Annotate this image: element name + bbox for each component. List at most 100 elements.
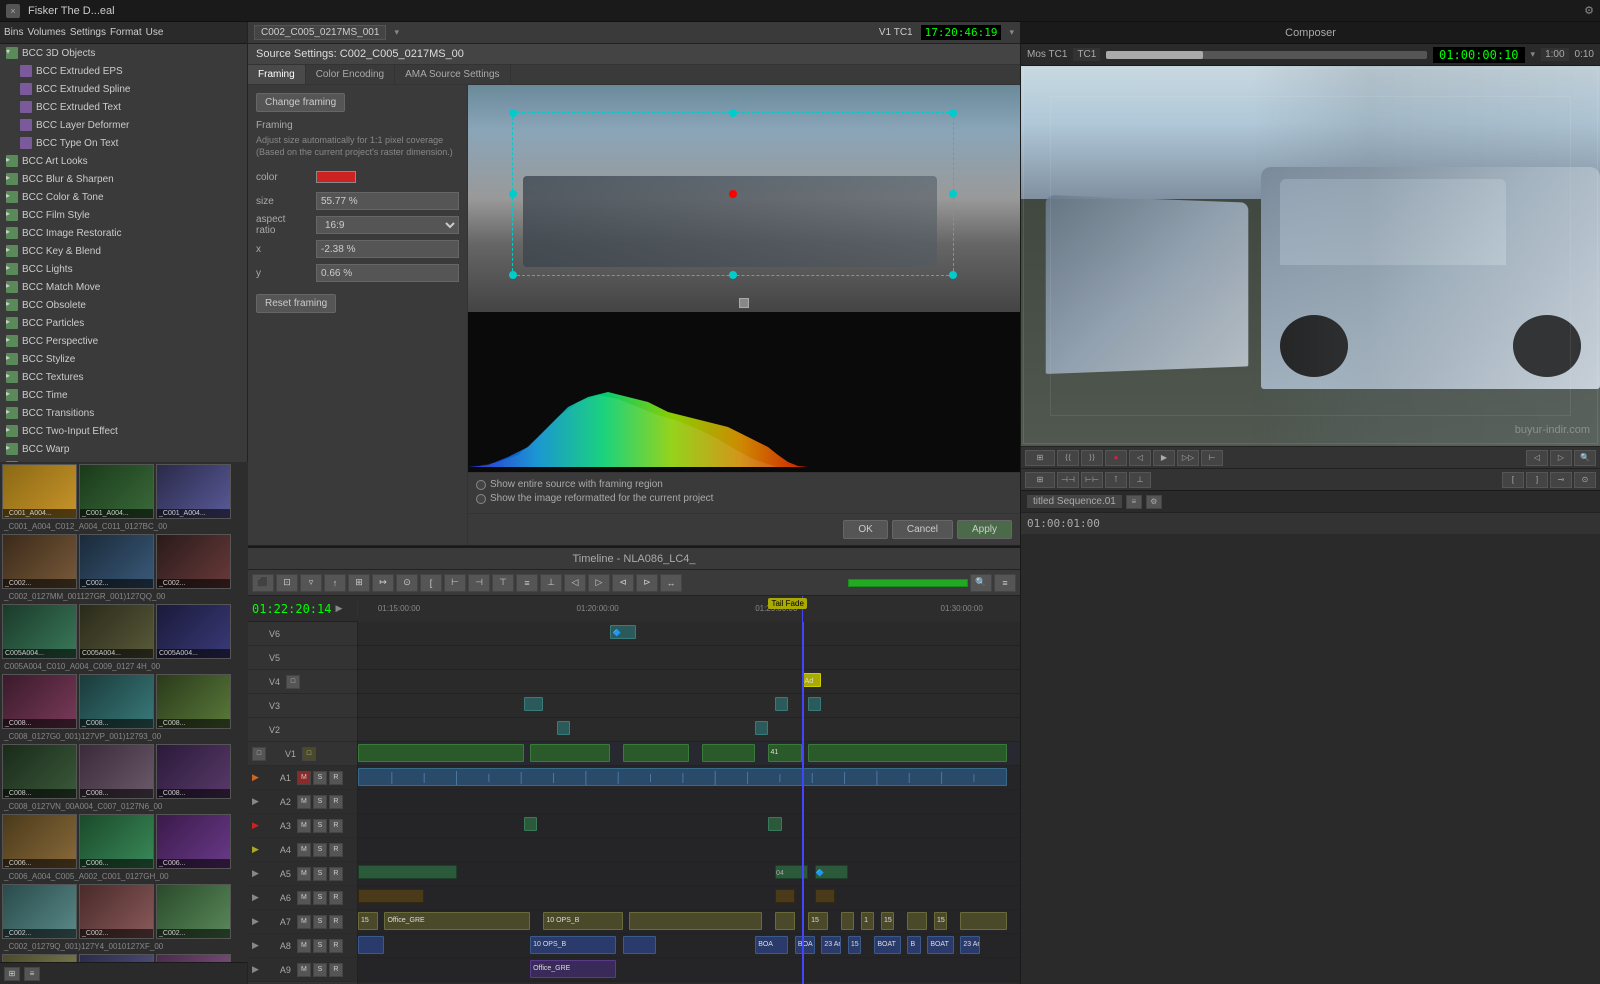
a7-solo[interactable]: S — [313, 915, 327, 929]
comp-row2-btn-5[interactable]: ⊥ — [1129, 472, 1151, 488]
effect-time[interactable]: ▸ BCC Time — [0, 386, 247, 404]
clip-a7-11[interactable]: 15 — [934, 912, 947, 930]
ok-button[interactable]: OK — [843, 520, 887, 539]
v1-sync[interactable]: □ — [252, 747, 266, 761]
thumbnail[interactable]: _C006... — [156, 814, 231, 869]
effect-bcc-eps[interactable]: BCC Extruded EPS — [0, 62, 247, 80]
clip-a7-6[interactable]: 15 — [808, 912, 828, 930]
comp-btn-1[interactable]: ⊞ — [1025, 450, 1055, 466]
a7-rec[interactable]: R — [329, 915, 343, 929]
clip-a5-1[interactable] — [358, 865, 457, 879]
nav-volumes[interactable]: Volumes — [27, 27, 65, 38]
clip-a8-1[interactable] — [358, 936, 384, 954]
x-input[interactable] — [316, 240, 459, 258]
clip-a8-4[interactable]: BOA — [755, 936, 788, 954]
clip-a8-2[interactable]: 10 OPS_B — [530, 936, 616, 954]
clip-a8-7[interactable]: 15 — [848, 936, 861, 954]
comp-btn-10[interactable]: ▷ — [1550, 450, 1572, 466]
comp-btn-7[interactable]: ▷▷ — [1177, 450, 1199, 466]
nav-settings[interactable]: Settings — [70, 27, 106, 38]
a4-mute[interactable]: M — [297, 843, 311, 857]
apply-button[interactable]: Apply — [957, 520, 1012, 539]
panel-icon-1[interactable]: ⊞ — [4, 967, 20, 981]
tab-framing[interactable]: Framing — [248, 65, 306, 84]
a4-rec[interactable]: R — [329, 843, 343, 857]
clip-a7-8[interactable]: 1 — [861, 912, 874, 930]
a8-rec[interactable]: R — [329, 939, 343, 953]
thumbnail[interactable]: C005... — [2, 954, 77, 962]
a1-rec[interactable]: R — [329, 771, 343, 785]
a3-solo[interactable]: S — [313, 819, 327, 833]
a5-solo[interactable]: S — [313, 867, 327, 881]
radio-1[interactable] — [476, 480, 486, 490]
clip-a6-3[interactable] — [815, 889, 835, 903]
tl-zoom-out[interactable]: 🔍 — [970, 574, 992, 592]
effect-perspective[interactable]: ▸ BCC Perspective — [0, 332, 247, 350]
v4-lock[interactable]: □ — [286, 675, 300, 689]
tl-btn-7[interactable]: ⊙ — [396, 574, 418, 592]
settings-icon[interactable]: ⚙ — [1584, 4, 1594, 17]
clip-v3-2[interactable] — [775, 697, 788, 711]
clip-a8-6[interactable]: 23 Ar — [821, 936, 841, 954]
effect-particles[interactable]: ▸ BCC Particles — [0, 314, 247, 332]
tl-btn-14[interactable]: ◁ — [564, 574, 586, 592]
clip-a3-2[interactable] — [768, 817, 781, 831]
clip-v1-5[interactable]: 41 — [768, 744, 801, 762]
thumbnail[interactable]: _C008... — [79, 674, 154, 729]
thumbnail[interactable]: C005... — [156, 954, 231, 962]
tl-btn-8[interactable]: [ — [420, 574, 442, 592]
panel-icon-2[interactable]: ≡ — [24, 967, 40, 981]
effect-two-input[interactable]: ▸ BCC Two-Input Effect — [0, 422, 247, 440]
a9-solo[interactable]: S — [313, 963, 327, 977]
effect-lights[interactable]: ▸ BCC Lights — [0, 260, 247, 278]
thumbnail[interactable]: _C002... — [2, 534, 77, 589]
a4-solo[interactable]: S — [313, 843, 327, 857]
clip-v3-3[interactable] — [808, 697, 821, 711]
clip-v4-marker[interactable]: Ad — [802, 673, 822, 687]
thumbnail[interactable]: C005... — [79, 954, 154, 962]
clip-v2-2[interactable] — [755, 721, 768, 735]
comp-row2-btn-9[interactable]: ⊙ — [1574, 472, 1596, 488]
a5-mute[interactable]: M — [297, 867, 311, 881]
effect-obsolete[interactable]: ▸ BCC Obsolete — [0, 296, 247, 314]
comp-row2-btn-3[interactable]: ⊢⊢ — [1081, 472, 1103, 488]
change-framing-button[interactable]: Change framing — [256, 93, 345, 112]
tl-btn-1[interactable]: ⬛ — [252, 574, 274, 592]
v1-lock[interactable]: □ — [302, 747, 316, 761]
comp-btn-9[interactable]: ◁ — [1526, 450, 1548, 466]
radio-2[interactable] — [476, 494, 486, 504]
effect-bcc-layer[interactable]: BCC Layer Deformer — [0, 116, 247, 134]
thumbnail[interactable]: _C002... — [156, 534, 231, 589]
thumbnail[interactable]: _C008... — [156, 744, 231, 799]
a9-rec[interactable]: R — [329, 963, 343, 977]
a1-solo[interactable]: S — [313, 771, 327, 785]
thumbnail[interactable]: _C008... — [2, 744, 77, 799]
thumbnail[interactable]: _C002... — [79, 534, 154, 589]
close-button[interactable]: × — [6, 4, 20, 18]
tl-btn-9[interactable]: ⊢ — [444, 574, 466, 592]
clip-v1-1[interactable] — [358, 744, 524, 762]
a6-rec[interactable]: R — [329, 891, 343, 905]
dropdown-arrow[interactable]: ▾ — [394, 27, 399, 38]
comp-btn-2[interactable]: ⟨⟨ — [1057, 450, 1079, 466]
tl-btn-6[interactable]: ↦ — [372, 574, 394, 592]
comp-row2-btn-8[interactable]: ⊸ — [1550, 472, 1572, 488]
tl-btn-13[interactable]: ⊥ — [540, 574, 562, 592]
clip-dropdown[interactable]: C002_C005_0217MS_001 — [254, 25, 386, 40]
effect-transitions[interactable]: ▸ BCC Transitions — [0, 404, 247, 422]
clip-a7-9[interactable]: 15 — [881, 912, 894, 930]
clip-a7-3[interactable]: 10 OPS_B — [543, 912, 622, 930]
a9-mute[interactable]: M — [297, 963, 311, 977]
tl-btn-18[interactable]: ↔ — [660, 574, 682, 592]
clip-a8-3[interactable] — [623, 936, 656, 954]
clip-a8-8[interactable]: BOAT — [874, 936, 900, 954]
comp-row2-btn-7[interactable]: ] — [1526, 472, 1548, 488]
clip-a5-3[interactable]: 🔷 — [815, 865, 848, 879]
effect-image[interactable]: ▸ BCC Image Restoratic — [0, 224, 247, 242]
effect-film[interactable]: ▸ BCC Film Style — [0, 206, 247, 224]
tl-btn-2[interactable]: ⊡ — [276, 574, 298, 592]
clip[interactable]: 🔷 — [610, 625, 636, 639]
thumbnail[interactable]: _C002... — [156, 884, 231, 939]
comp-row2-btn-4[interactable]: ⊺ — [1105, 472, 1127, 488]
nav-bins[interactable]: Bins — [4, 27, 23, 38]
